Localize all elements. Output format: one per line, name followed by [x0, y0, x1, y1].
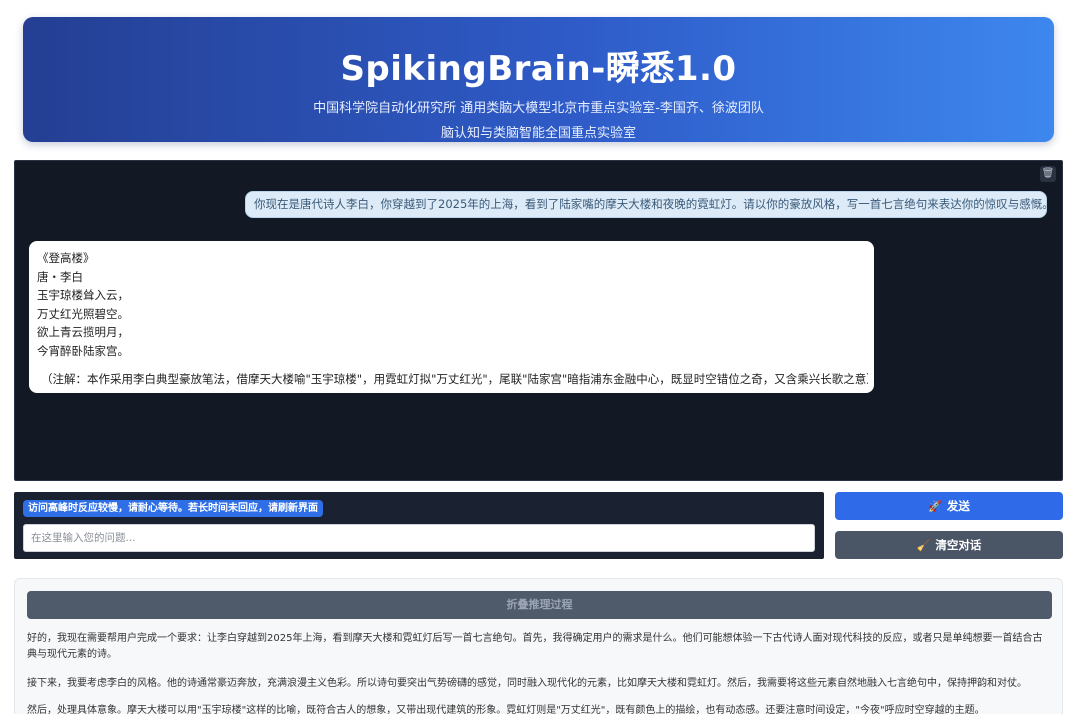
poem-line: 万丈红光照碧空。 — [37, 306, 129, 321]
question-input[interactable] — [23, 524, 815, 552]
reasoning-paragraph: 然后，处理具体意象。摩天大楼可以用"玉宇琼楼"这样的比喻，既符合古人的想象，又带… — [27, 705, 985, 714]
poem-line: 今宵醉卧陆家宫。 — [37, 343, 129, 358]
trash-icon[interactable]: 🗑 — [1040, 166, 1056, 182]
broom-icon: 🧹 — [916, 539, 931, 552]
reasoning-panel: 折叠推理过程 好的，我现在需要帮用户完成一个要求：让李白穿越到2025年上海，看… — [14, 578, 1063, 714]
chat-window: 🗑 你现在是唐代诗人李白，你穿越到了2025年的上海，看到了陆家嘴的摩天大楼和夜… — [14, 160, 1063, 481]
poem-title: 《登高楼》 — [37, 251, 95, 265]
app-root: SpikingBrain-瞬悉1.0 中国科学院自动化研究所 通用类脑大模型北京… — [0, 0, 1072, 714]
poem-annotation: （注解：本作采用李白典型豪放笔法，借摩天大楼喻"玉宇琼楼"，用霓虹灯拟"万丈红光… — [41, 372, 868, 386]
clear-chat-button[interactable]: 🧹 清空对话 — [835, 531, 1063, 559]
input-panel: 访问高峰时反应较慢，请耐心等待。若长时间未回应，请刷新界面 — [14, 492, 824, 559]
poem-line: 欲上青云揽明月， — [37, 325, 129, 339]
send-button[interactable]: 🚀 发送 — [835, 492, 1063, 520]
send-button-label: 发送 — [946, 499, 970, 513]
user-message: 你现在是唐代诗人李白，你穿越到了2025年的上海，看到了陆家嘴的摩天大楼和夜晚的… — [245, 191, 1047, 218]
reasoning-paragraph: 好的，我现在需要帮用户完成一个要求：让李白穿越到2025年上海，看到摩天大楼和霓… — [27, 633, 1043, 660]
page-title: SpikingBrain-瞬悉1.0 — [340, 49, 737, 89]
clear-button-label: 清空对话 — [935, 538, 982, 552]
header-banner: SpikingBrain-瞬悉1.0 中国科学院自动化研究所 通用类脑大模型北京… — [23, 17, 1054, 142]
poem-author: 唐・李白 — [37, 269, 83, 284]
rocket-icon: 🚀 — [928, 500, 942, 513]
fold-reasoning-button[interactable]: 折叠推理过程 — [27, 591, 1052, 619]
reasoning-paragraph: 接下来，我要考虑李白的风格。他的诗通常豪迈奔放，充满浪漫主义色彩。所以诗句要突出… — [27, 678, 1027, 689]
lab-subtitle: 脑认知与类脑智能全国重点实验室 — [440, 126, 636, 141]
poem-line: 玉宇琼楼耸入云， — [37, 288, 129, 302]
assistant-message: 《登高楼》 唐・李白 玉宇琼楼耸入云， 万丈红光照碧空。 欲上青云揽明月， 今宵… — [29, 241, 874, 393]
institution-subtitle: 中国科学院自动化研究所 通用类脑大模型北京市重点实验室-李国齐、徐波团队 — [313, 101, 764, 116]
busy-notice-badge: 访问高峰时反应较慢，请耐心等待。若长时间未回应，请刷新界面 — [23, 500, 323, 517]
